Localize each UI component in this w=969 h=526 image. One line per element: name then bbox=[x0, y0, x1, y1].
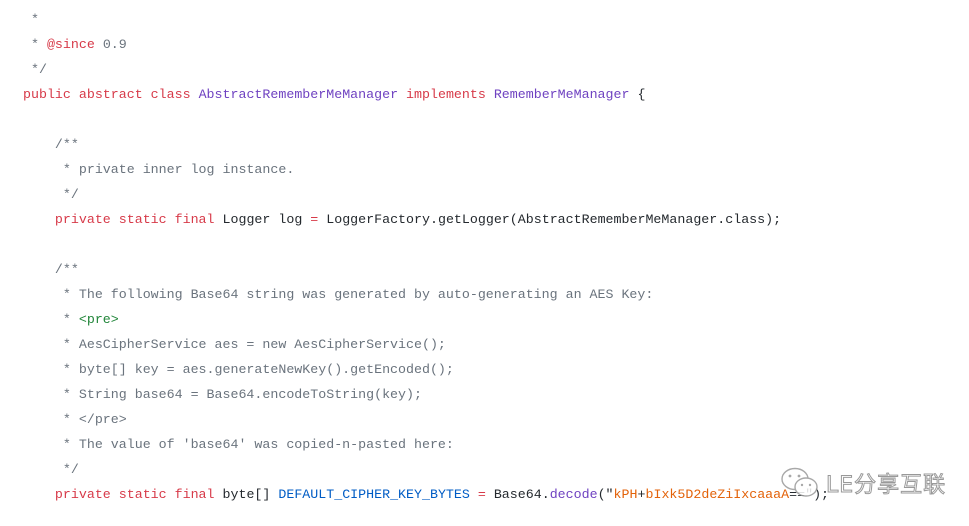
code-token: */ bbox=[23, 462, 79, 477]
code-token: * String base64 = Base64.encodeToString(… bbox=[23, 387, 422, 402]
code-token: * bbox=[23, 37, 47, 52]
code-token: /** bbox=[23, 137, 79, 152]
code-token: * private inner log instance. bbox=[23, 162, 295, 177]
code-token: */ bbox=[23, 62, 47, 77]
code-line: * byte[] key = aes.generateNewKey().getE… bbox=[23, 357, 829, 382]
code-token: private static final bbox=[23, 487, 223, 502]
code-token: * AesCipherService aes = new AesCipherSe… bbox=[23, 337, 446, 352]
code-token: DEFAULT_CIPHER_KEY_BYTES bbox=[278, 487, 470, 502]
watermark: LE分享互联 bbox=[780, 466, 946, 500]
code-line: * @since 0.9 bbox=[23, 32, 829, 57]
code-token: * bbox=[23, 12, 39, 27]
code-token: bIxk5D2deZiIxcaaaA bbox=[645, 487, 790, 502]
code-token: AbstractRememberMeManager bbox=[198, 87, 399, 102]
code-line: public abstract class AbstractRememberMe… bbox=[23, 82, 829, 107]
code-token: <pre> bbox=[78, 312, 119, 327]
code-token: * bbox=[23, 312, 79, 327]
code-line: * <pre> bbox=[23, 307, 829, 332]
code-token: (AbstractRememberMeManager.class); bbox=[509, 212, 782, 227]
code-token: byte[] bbox=[222, 487, 279, 502]
code-token: private static final bbox=[23, 212, 223, 227]
code-line: */ bbox=[23, 182, 829, 207]
wechat-icon bbox=[781, 467, 818, 497]
code-token: public abstract class bbox=[23, 87, 199, 102]
code-line: */ bbox=[23, 457, 829, 482]
code-token: decode bbox=[549, 487, 598, 502]
code-line: /** bbox=[23, 257, 829, 282]
code-line: * private inner log instance. bbox=[23, 157, 829, 182]
watermark-text: LE分享互联 bbox=[825, 473, 947, 499]
code-token: * </pre> bbox=[23, 412, 127, 427]
code-line: * The value of 'base64' was copied-n-pas… bbox=[23, 432, 829, 457]
code-line: private static final Logger log = Logger… bbox=[23, 207, 829, 232]
code-token: 0.9 bbox=[94, 37, 127, 52]
code-token: * The following Base64 string was genera… bbox=[23, 287, 654, 302]
code-token: RememberMeManager bbox=[493, 87, 630, 102]
code-line: * AesCipherService aes = new AesCipherSe… bbox=[23, 332, 829, 357]
code-token: Base64. bbox=[493, 487, 550, 502]
code-token: /** bbox=[23, 262, 79, 277]
code-token: (" bbox=[597, 487, 614, 502]
code-line: * String base64 = Base64.encodeToString(… bbox=[23, 382, 829, 407]
code-line: * The following Base64 string was genera… bbox=[23, 282, 829, 307]
code-line: * </pre> bbox=[23, 407, 829, 432]
code-token: = bbox=[469, 487, 494, 502]
code-line: /** bbox=[23, 132, 829, 157]
code-token: * byte[] key = aes.generateNewKey().getE… bbox=[23, 362, 454, 377]
code-token: LoggerFactory. bbox=[318, 212, 438, 227]
code-line: */ bbox=[23, 57, 829, 82]
code-line: private static final byte[] DEFAULT_CIPH… bbox=[23, 482, 829, 507]
code-line: * bbox=[23, 7, 829, 32]
code-view: * * @since 0.9 */ public abstract class A… bbox=[23, 0, 829, 507]
code-token: */ bbox=[23, 187, 79, 202]
code-token: Logger log bbox=[222, 212, 311, 227]
code-token: getLogger bbox=[437, 212, 510, 227]
code-token: { bbox=[629, 87, 646, 102]
code-token: implements bbox=[398, 87, 494, 102]
code-token: * The value of 'base64' was copied-n-pas… bbox=[23, 437, 454, 452]
code-token: @since bbox=[46, 37, 95, 52]
code-token: kPH bbox=[613, 487, 638, 502]
